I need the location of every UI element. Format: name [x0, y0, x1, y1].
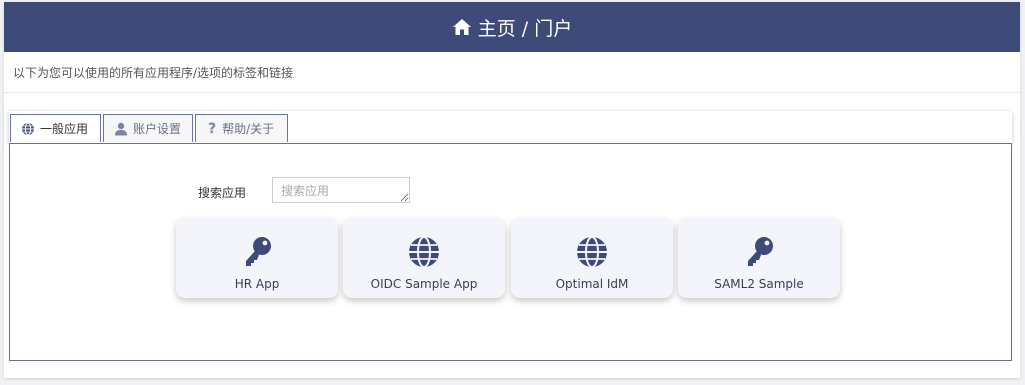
tab-account-settings[interactable]: 账户设置: [103, 114, 193, 142]
tab-label: 一般应用: [40, 122, 89, 136]
page-description: 以下为您可以使用的所有应用程序/选项的标签和链接: [4, 52, 1019, 93]
search-label: 搜索应用: [198, 186, 247, 200]
app-card-optimal-idm[interactable]: Optimal IdM: [511, 218, 673, 298]
tab-help-about[interactable]: ? 帮助/关于: [195, 114, 288, 142]
globe-icon: [22, 122, 34, 135]
home-icon: [452, 18, 472, 36]
page-title: 主页 / 门户: [477, 17, 573, 40]
globe-icon: [576, 236, 608, 268]
user-icon: [115, 122, 127, 135]
app-card-hr-app[interactable]: HR App: [176, 218, 338, 298]
app-label: OIDC Sample App: [370, 277, 478, 291]
tab-general-apps[interactable]: 一般应用: [10, 114, 101, 142]
key-icon: [242, 236, 272, 268]
tab-bar: 一般应用 账户设置 ? 帮助/关于: [9, 111, 1012, 143]
tab-label: 帮助/关于: [222, 122, 275, 136]
tab-label: 账户设置: [133, 122, 182, 136]
app-label: SAML2 Sample: [714, 277, 804, 291]
page-header: 主页 / 门户: [4, 2, 1020, 52]
app-card-oidc-sample-app[interactable]: OIDC Sample App: [343, 218, 505, 298]
globe-icon: [408, 236, 440, 268]
apps-panel: 搜索应用 HR App OIDC Sample App: [9, 143, 1012, 361]
question-icon: ?: [208, 120, 217, 137]
app-label: HR App: [234, 277, 280, 291]
key-icon: [744, 236, 774, 268]
search-input[interactable]: [272, 177, 410, 203]
app-card-saml2-sample[interactable]: SAML2 Sample: [678, 218, 840, 298]
app-label: Optimal IdM: [555, 277, 629, 291]
